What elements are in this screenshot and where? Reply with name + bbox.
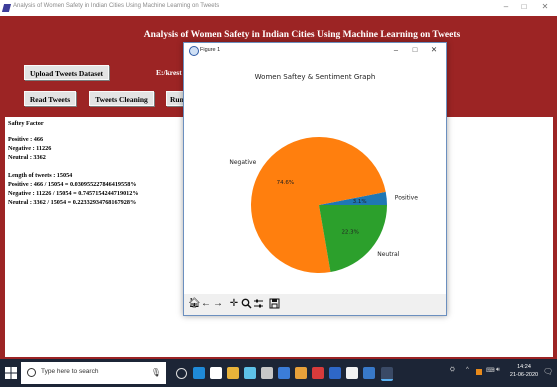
figure-close-button[interactable]: ✕ [428, 45, 440, 54]
figure-titlebar: Figure 1 – □ ✕ [184, 43, 446, 58]
pie-slice-neutral [319, 205, 387, 273]
back-arrow-icon[interactable]: ← [200, 298, 212, 310]
taskbar: Type here to search 🎙︎ ⛭ ^ ⌨ 🔊︎ 14:24 21… [0, 359, 557, 387]
pan-icon[interactable]: ✛ [228, 298, 240, 310]
figure-minimize-button[interactable]: – [390, 45, 402, 54]
output-line: Saftey Factor [8, 120, 44, 127]
tray-app-icon[interactable] [476, 369, 482, 375]
pie-chart: Women Saftey & Sentiment Graph 3.1% Posit… [229, 73, 418, 273]
search-placeholder: Type here to search [41, 368, 99, 375]
figure-title: Figure 1 [200, 47, 221, 53]
output-line: Length of tweets : 15054 [8, 172, 73, 179]
output-line: Neutral : 3362 / 15054 = 0.2233293476816… [8, 199, 137, 206]
mail-icon[interactable] [244, 367, 256, 379]
app-icon[interactable] [312, 367, 324, 379]
read-tweets-button[interactable]: Read Tweets [24, 91, 76, 106]
maximize-button[interactable]: □ [517, 2, 531, 11]
language-icon[interactable]: ⌨ [486, 367, 495, 374]
app-icon[interactable] [261, 367, 273, 379]
app-heading: Analysis of Women Safety in Indian Citie… [143, 30, 461, 40]
output-line: Neutral : 3362 [8, 154, 46, 161]
output-line: Positive : 466 [8, 136, 44, 143]
pie-percent-label: 22.3% [341, 229, 358, 235]
word-icon[interactable] [278, 367, 290, 379]
taskbar-clock[interactable]: 14:24 21-06-2020 [509, 363, 539, 379]
pie-category-label: Positive [395, 195, 418, 202]
zoom-icon[interactable] [240, 298, 252, 310]
app-feather-icon [1, 4, 12, 12]
pie-category-label: Neutral [377, 251, 399, 258]
upload-tweets-dataset-button[interactable]: Upload Tweets Dataset [24, 65, 109, 80]
chevron-up-icon[interactable]: ^ [466, 367, 469, 373]
pie-category-label: Negative [229, 159, 256, 166]
task-view-icon[interactable] [176, 368, 187, 379]
figure-toolbar: 🏠︎ ← → ✛ [184, 294, 446, 315]
output-line: Negative : 11226 [8, 145, 52, 152]
configure-subplots-icon[interactable] [252, 298, 264, 310]
chrome-icon[interactable] [295, 367, 307, 379]
microphone-icon[interactable]: 🎙︎ [151, 368, 161, 377]
output-line: Positive : 466 / 15054 = 0.0309552278464… [8, 181, 137, 188]
window-title: Analysis of Women Safety in Indian Citie… [13, 3, 220, 9]
figure-app-icon [189, 46, 199, 56]
app-icon[interactable] [329, 367, 341, 379]
app-icon[interactable] [363, 367, 375, 379]
minimize-button[interactable]: – [499, 2, 513, 11]
chart-title: Women Saftey & Sentiment Graph [255, 73, 376, 81]
window-titlebar: Analysis of Women Safety in Indian Citie… [0, 0, 557, 16]
search-icon [27, 368, 36, 377]
app-icon[interactable] [346, 367, 358, 379]
save-icon[interactable] [268, 298, 280, 310]
figure-window: Figure 1 – □ ✕ Women Saftey & Sentiment … [183, 42, 447, 316]
figure-canvas[interactable]: Women Saftey & Sentiment Graph 3.1% Posit… [184, 58, 446, 294]
notifications-icon[interactable]: 🗨︎ [543, 367, 553, 376]
windows-start-icon[interactable] [4, 366, 18, 380]
python-feather-icon[interactable] [381, 367, 393, 381]
edge-browser-icon[interactable] [193, 367, 205, 379]
file-explorer-icon[interactable] [227, 367, 239, 379]
forward-arrow-icon[interactable]: → [212, 298, 224, 310]
dataset-path-label: E:/krest [156, 68, 182, 77]
figure-maximize-button[interactable]: □ [409, 45, 421, 54]
pie-percent-label: 3.1% [353, 199, 367, 205]
volume-icon[interactable]: 🔊︎ [496, 367, 500, 374]
clock-time: 14:24 [517, 364, 531, 370]
taskbar-search-box[interactable]: Type here to search 🎙︎ [21, 362, 166, 384]
people-icon[interactable]: ⛭ [450, 367, 455, 374]
output-line: Negative : 11226 / 15054 = 0.74571542447… [8, 190, 139, 197]
store-icon[interactable] [210, 367, 222, 379]
home-icon[interactable]: 🏠︎ [188, 298, 201, 310]
tweets-cleaning-button[interactable]: Tweets Cleaning [89, 91, 154, 106]
clock-date: 21-06-2020 [509, 372, 539, 378]
pie-percent-label: 74.6% [277, 180, 294, 186]
close-button[interactable]: ✕ [538, 2, 552, 11]
